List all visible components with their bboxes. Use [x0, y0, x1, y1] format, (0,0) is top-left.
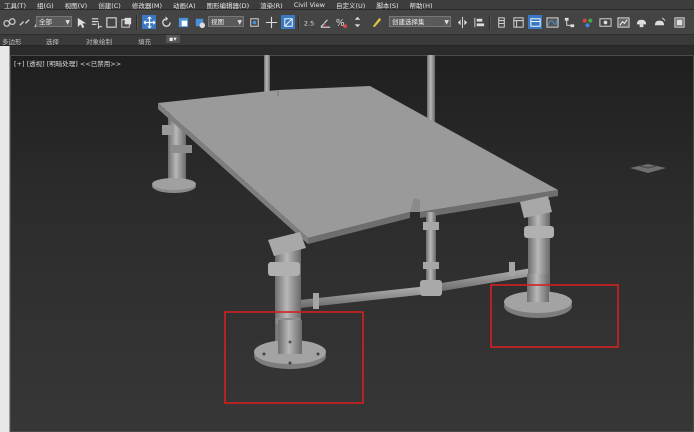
viewport-label[interactable]: [+] [透视] [明暗处理] <<已禁用>>	[14, 58, 121, 68]
